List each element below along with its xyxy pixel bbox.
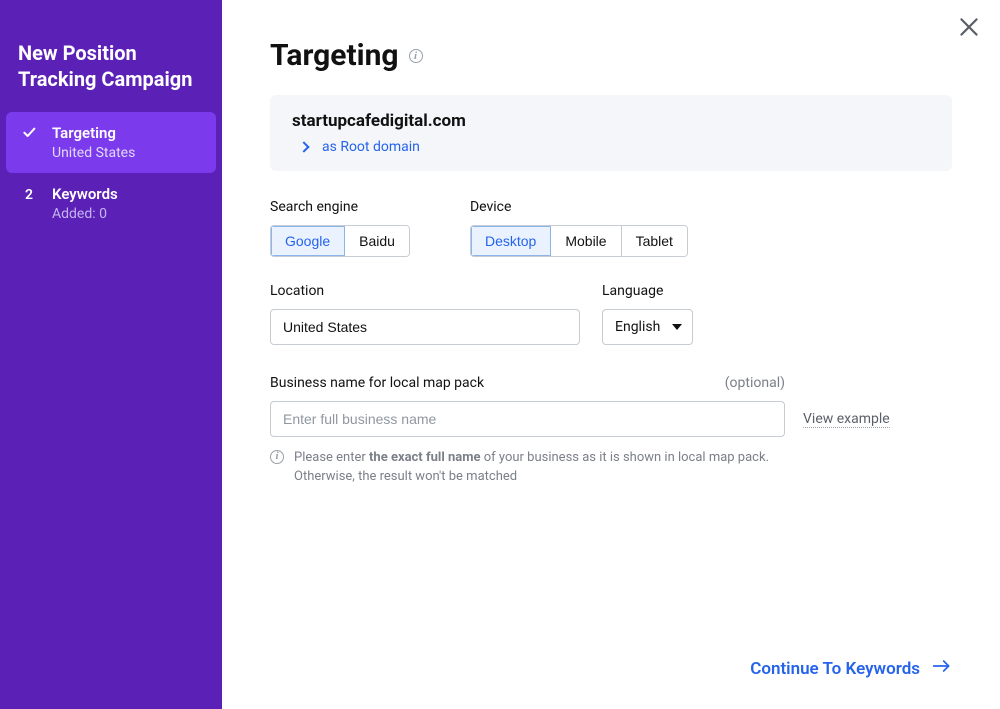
check-icon <box>20 124 38 140</box>
step-sublabel: United States <box>52 145 135 161</box>
sidebar-step-targeting[interactable]: Targeting United States <box>6 112 216 173</box>
chevron-down-icon <box>672 324 682 330</box>
view-example-link[interactable]: View example <box>803 411 890 428</box>
domain-type-toggle[interactable]: as Root domain <box>294 139 930 155</box>
language-select[interactable]: English <box>602 309 693 345</box>
location-input[interactable] <box>270 309 580 345</box>
device-option-desktop[interactable]: Desktop <box>471 226 551 256</box>
step-sublabel: Added: 0 <box>52 206 118 222</box>
sidebar-title: New Position Tracking Campaign <box>0 40 222 112</box>
domain-name: startupcafedigital.com <box>292 111 930 131</box>
search-engine-option-baidu[interactable]: Baidu <box>345 226 409 256</box>
page-title-text: Targeting <box>270 38 399 73</box>
device-label: Device <box>470 199 688 215</box>
continue-button[interactable]: Continue To Keywords <box>750 658 952 679</box>
step-number: 2 <box>20 185 38 205</box>
device-segmented: Desktop Mobile Tablet <box>470 225 688 257</box>
sidebar-step-keywords[interactable]: 2 Keywords Added: 0 <box>6 173 216 234</box>
info-icon[interactable]: i <box>409 49 423 63</box>
location-field: Location <box>270 283 580 345</box>
sidebar: New Position Tracking Campaign Targeting… <box>0 0 222 709</box>
language-value: English <box>615 319 660 335</box>
business-name-input[interactable] <box>270 401 785 437</box>
search-engine-label: Search engine <box>270 199 410 215</box>
location-label: Location <box>270 283 580 299</box>
chevron-right-icon <box>298 141 309 152</box>
step-label: Targeting <box>52 124 135 142</box>
hint-text: Please enter the exact full name of your… <box>294 449 830 487</box>
search-engine-option-google[interactable]: Google <box>271 226 345 256</box>
business-label: Business name for local map pack <box>270 375 484 391</box>
device-field: Device Desktop Mobile Tablet <box>470 199 688 257</box>
domain-card: startupcafedigital.com as Root domain <box>270 95 952 171</box>
language-label: Language <box>602 283 693 299</box>
device-option-mobile[interactable]: Mobile <box>551 226 621 256</box>
language-field: Language English <box>602 283 693 345</box>
info-icon: i <box>270 450 284 464</box>
step-label: Keywords <box>52 185 118 203</box>
domain-type-label: as Root domain <box>322 139 420 155</box>
arrow-right-icon <box>932 658 952 679</box>
main-panel: Targeting i startupcafedigital.com as Ro… <box>222 0 1000 709</box>
search-engine-field: Search engine Google Baidu <box>270 199 410 257</box>
search-engine-segmented: Google Baidu <box>270 225 410 257</box>
close-button[interactable] <box>956 14 982 40</box>
optional-label: (optional) <box>725 375 785 391</box>
business-hint: i Please enter the exact full name of yo… <box>270 449 830 487</box>
business-field: Business name for local map pack (option… <box>270 375 952 487</box>
device-option-tablet[interactable]: Tablet <box>622 226 687 256</box>
page-title: Targeting i <box>270 38 952 73</box>
continue-label: Continue To Keywords <box>750 659 920 679</box>
